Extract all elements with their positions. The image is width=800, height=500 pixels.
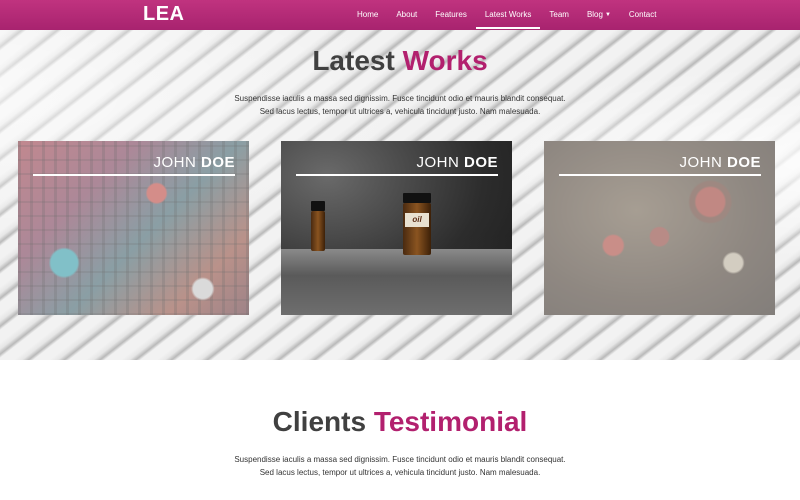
works-title: Latest Works bbox=[0, 45, 800, 77]
latest-works-section: Latest Works Suspendisse iaculis a massa… bbox=[0, 30, 800, 360]
top-navbar: LEA Home About Features Latest Works Tea… bbox=[0, 0, 800, 30]
caption-last-name: DOE bbox=[463, 154, 498, 171]
nav-item-features[interactable]: Features bbox=[426, 0, 476, 30]
testimonial-desc-line-1: Suspendisse iaculis a massa sed dignissi… bbox=[234, 455, 566, 464]
caption-first-name: JOHN bbox=[153, 154, 197, 171]
bottle-small bbox=[311, 201, 325, 251]
testimonial-title-accent: Testimonial bbox=[373, 406, 528, 437]
nav-menu: Home About Features Latest Works Team Bl… bbox=[348, 0, 665, 30]
works-title-plain: Latest bbox=[312, 45, 395, 76]
works-desc-line-1: Suspendisse iaculis a massa sed dignissi… bbox=[234, 94, 566, 103]
testimonial-title: Clients Testimonial bbox=[0, 406, 800, 438]
bottle-label: oil bbox=[405, 213, 429, 227]
nav-item-label: Features bbox=[435, 10, 467, 19]
works-desc-line-2: Sed lacus lectus, tempor ut ultrices a, … bbox=[259, 107, 541, 116]
nav-item-label: About bbox=[396, 10, 418, 19]
chevron-down-icon: ▼ bbox=[604, 12, 611, 18]
nav-item-label: Latest Works bbox=[484, 10, 532, 19]
clients-testimonial-section: Clients Testimonial Suspendisse iaculis … bbox=[0, 360, 800, 500]
nav-item-label: Team bbox=[549, 10, 569, 19]
nav-item-label: Blog bbox=[586, 10, 603, 19]
nav-item-label: Contact bbox=[628, 10, 657, 19]
bottle-large: oil bbox=[403, 193, 431, 255]
caption-divider bbox=[296, 174, 498, 176]
nav-item-home[interactable]: Home bbox=[348, 0, 387, 30]
caption-first-name: JOHN bbox=[679, 154, 723, 171]
testimonial-title-plain: Clients bbox=[272, 406, 367, 437]
caption-divider bbox=[33, 174, 235, 176]
caption-divider bbox=[559, 174, 761, 176]
nav-item-contact[interactable]: Contact bbox=[620, 0, 666, 30]
portfolio-card-oil[interactable]: oil JOHN DOE bbox=[281, 141, 512, 315]
card-caption: JOHN DOE bbox=[679, 154, 761, 171]
nav-item-team[interactable]: Team bbox=[540, 0, 578, 30]
works-description: Suspendisse iaculis a massa sed dignissi… bbox=[0, 92, 800, 118]
caption-last-name: DOE bbox=[200, 154, 235, 171]
caption-last-name: DOE bbox=[726, 154, 761, 171]
nav-item-blog[interactable]: Blog ▼ bbox=[578, 0, 620, 30]
brand-logo[interactable]: LEA bbox=[143, 3, 185, 26]
works-title-accent: Works bbox=[402, 45, 488, 76]
nav-item-label: Home bbox=[357, 10, 379, 19]
card-caption: JOHN DOE bbox=[153, 154, 235, 171]
nav-item-about[interactable]: About bbox=[387, 0, 426, 30]
caption-first-name: JOHN bbox=[416, 154, 460, 171]
portfolio-card-aerial[interactable]: JOHN DOE bbox=[544, 141, 775, 315]
portfolio-card-neon[interactable]: JOHN DOE bbox=[18, 141, 249, 315]
testimonial-description: Suspendisse iaculis a massa sed dignissi… bbox=[0, 453, 800, 479]
nav-item-latest-works[interactable]: Latest Works bbox=[475, 0, 541, 30]
testimonial-desc-line-2: Sed lacus lectus, tempor ut ultrices a, … bbox=[259, 468, 541, 477]
card-caption: JOHN DOE bbox=[416, 154, 498, 171]
table-surface bbox=[281, 249, 512, 315]
